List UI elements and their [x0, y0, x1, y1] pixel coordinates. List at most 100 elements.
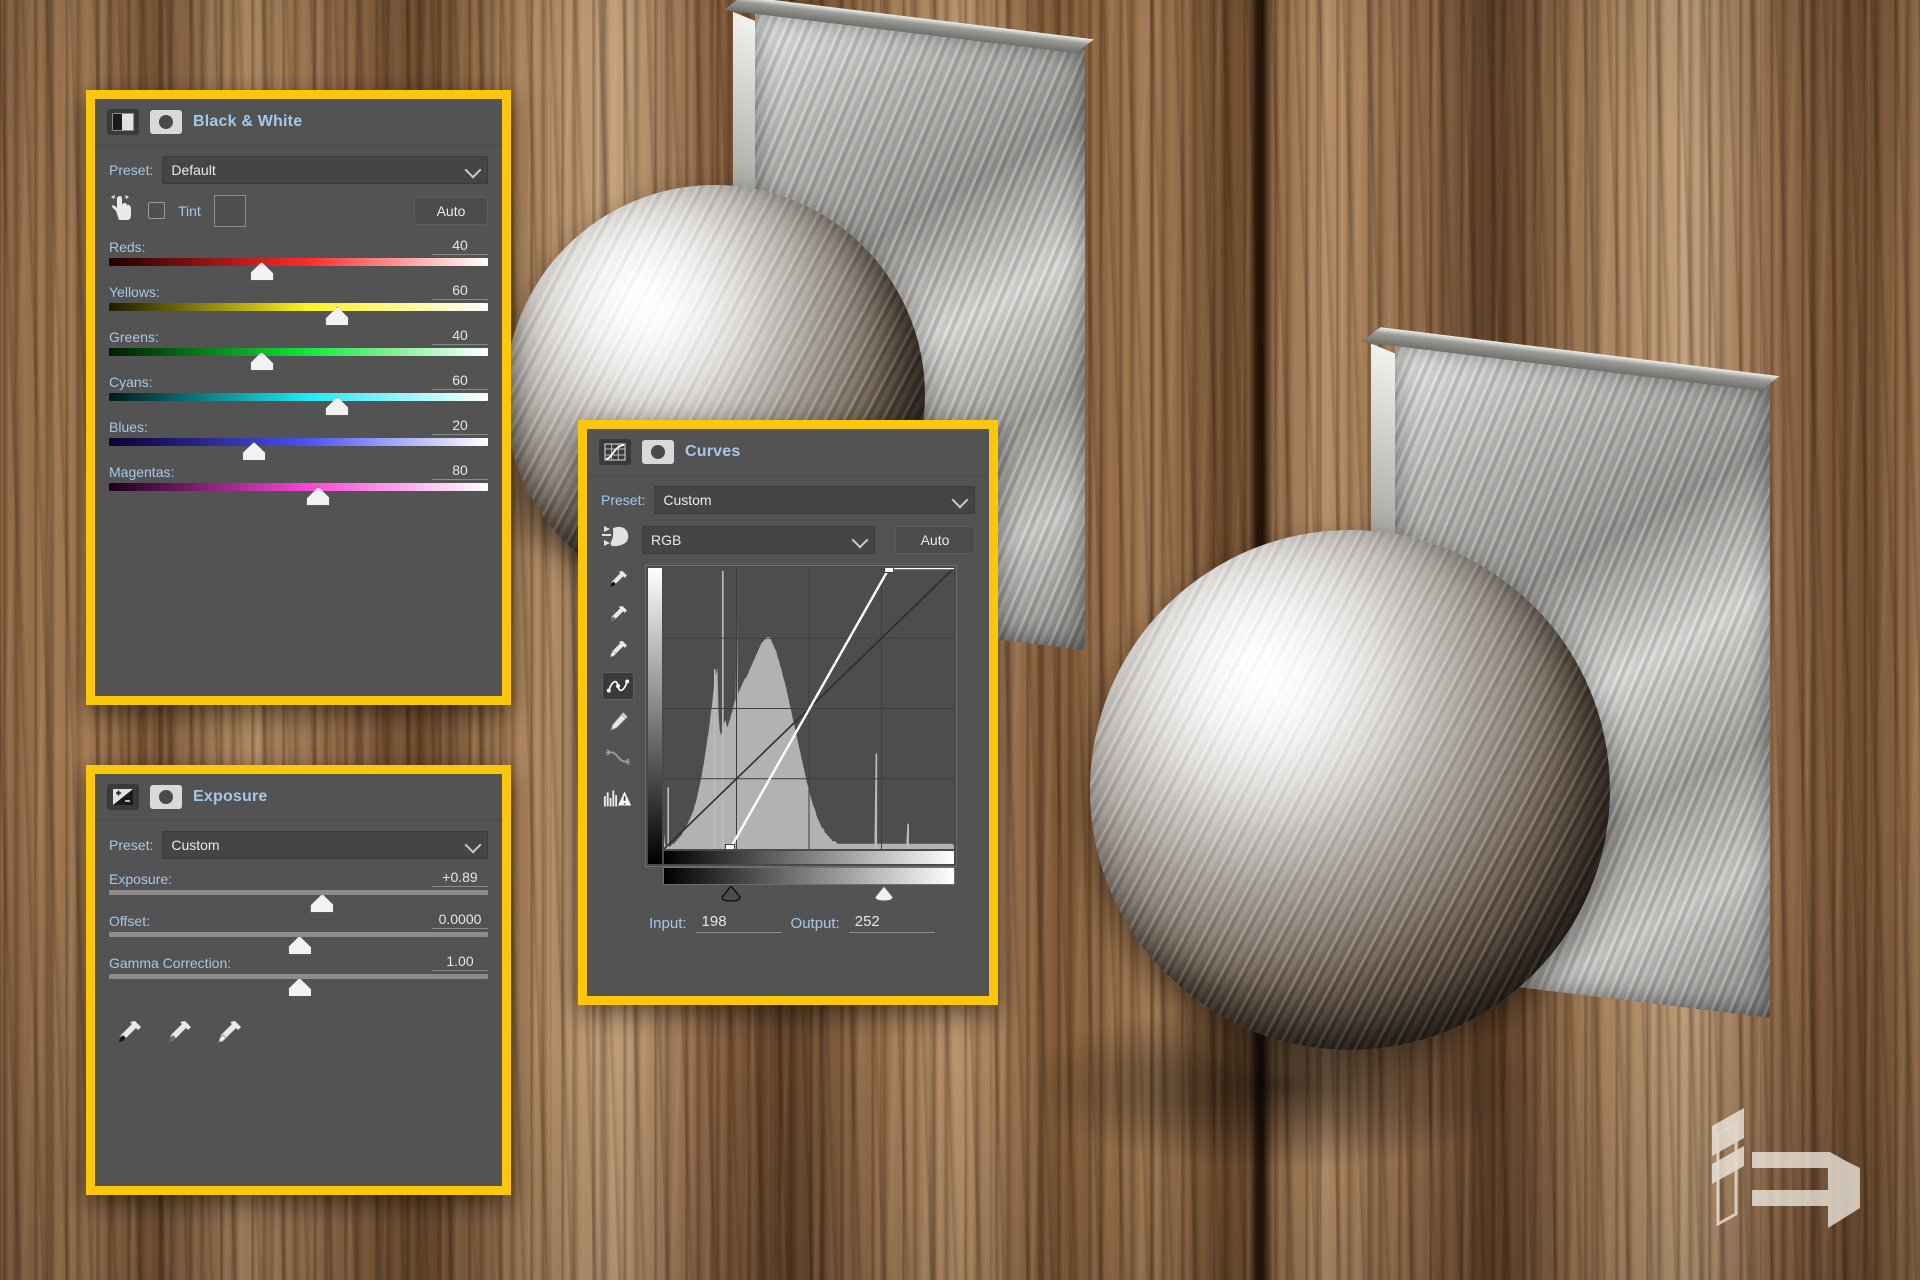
curve-plot-svg [664, 568, 954, 849]
slider-knob[interactable] [287, 936, 312, 955]
output-field[interactable]: 252 [848, 913, 935, 933]
slider-label-row: Reds: 40 [109, 237, 488, 255]
tint-label: Tint [178, 202, 201, 219]
set-white-point-eyedropper[interactable] [213, 1017, 245, 1054]
curves-panel-body: Preset: Custom RGB Auto Input: 198 Outpu… [587, 476, 989, 945]
slider-value[interactable]: 20 [432, 417, 488, 435]
histogram-warning-icon[interactable] [603, 785, 633, 811]
slider-track[interactable] [109, 303, 488, 326]
slider-label-row: Gamma Correction: 1.00 [109, 953, 488, 971]
slider-label: Blues: [109, 419, 148, 435]
curves-adjustment-icon [599, 439, 631, 465]
slider-knob[interactable] [310, 894, 335, 913]
preset-row: Preset: Custom [601, 486, 975, 514]
set-white-point-eyedropper[interactable] [603, 637, 633, 663]
chevron-down-icon [464, 161, 482, 179]
set-gray-point-eyedropper[interactable] [163, 1017, 195, 1054]
slider-track[interactable] [109, 974, 488, 997]
sphere-highlight-front [1090, 530, 1610, 1050]
slider-value[interactable]: 1.00 [432, 953, 488, 971]
edit-points-curve-tool[interactable] [602, 672, 634, 700]
slider-row: Offset: 0.0000 [109, 911, 488, 955]
auto-button[interactable]: Auto [895, 525, 975, 554]
targeted-adjustment-icon[interactable] [109, 194, 135, 227]
preset-select[interactable]: Default [162, 156, 488, 184]
slider-label: Cyans: [109, 374, 153, 390]
input-tone-bar[interactable] [663, 867, 955, 902]
output-gradient-strip [648, 568, 662, 864]
tint-checkbox[interactable] [148, 202, 165, 219]
curve-plot-area[interactable] [664, 568, 954, 849]
layer-mask-icon [150, 110, 182, 134]
smooth-curve-tool[interactable] [603, 744, 633, 770]
black-white-adjustment-icon [107, 109, 139, 135]
black-and-white-panel-body: Preset: Default Tint Auto Reds: 40 Yello… [95, 146, 502, 519]
preset-label: Preset: [109, 162, 154, 178]
tint-color-swatch[interactable] [213, 194, 246, 227]
slider-label: Offset: [109, 913, 150, 929]
slider-track[interactable] [109, 438, 488, 461]
slider-label-row: Cyans: 60 [109, 372, 488, 390]
slider-label: Reds: [109, 239, 146, 255]
slider-knob[interactable] [249, 262, 274, 281]
slider-track[interactable] [109, 483, 488, 506]
slider-row: Cyans: 60 [109, 372, 488, 416]
panel-title: Curves [685, 443, 741, 460]
slider-knob[interactable] [249, 352, 274, 371]
set-black-point-eyedropper[interactable] [603, 567, 633, 593]
curve-graph-column: Input: 198 Output: 252 [645, 565, 957, 933]
slider-track[interactable] [109, 258, 488, 281]
slider-knob[interactable] [306, 487, 331, 506]
slider-row: Gamma Correction: 1.00 [109, 953, 488, 997]
slider-label-row: Blues: 20 [109, 417, 488, 435]
slider-value[interactable]: 40 [432, 327, 488, 345]
input-label: Input: [649, 914, 687, 932]
set-black-point-eyedropper[interactable] [113, 1017, 145, 1054]
slider-value[interactable]: 40 [432, 237, 488, 255]
input-field[interactable]: 198 [695, 913, 782, 933]
curve-editor-area: Input: 198 Output: 252 [601, 565, 975, 933]
exposure-adjustment-icon [107, 784, 139, 810]
slider-label: Greens: [109, 329, 159, 345]
white-point-slider[interactable] [874, 885, 894, 902]
panel-title: Exposure [193, 788, 268, 805]
exposure-panel[interactable]: Exposure Preset: Custom Exposure: +0.89 … [86, 765, 511, 1195]
slider-track[interactable] [109, 393, 488, 416]
input-output-row: Input: 198 Output: 252 [645, 913, 957, 933]
slider-value[interactable]: 0.0000 [432, 911, 488, 929]
preset-value: Default [171, 162, 216, 178]
slider-value[interactable]: 80 [432, 462, 488, 480]
auto-button[interactable]: Auto [414, 196, 488, 225]
slider-row: Greens: 40 [109, 327, 488, 371]
slider-value[interactable]: 60 [432, 372, 488, 390]
channel-select[interactable]: RGB [642, 525, 875, 554]
exposure-panel-body: Preset: Custom Exposure: +0.89 Offset: 0… [95, 821, 502, 1068]
slider-knob[interactable] [242, 442, 267, 461]
pencil-draw-curve-tool[interactable] [603, 709, 633, 735]
slider-value[interactable]: 60 [432, 282, 488, 300]
slider-track[interactable] [109, 932, 488, 955]
slider-value[interactable]: +0.89 [432, 869, 488, 887]
slider-knob[interactable] [287, 978, 312, 997]
watermark-logo [1712, 1108, 1860, 1228]
set-gray-point-eyedropper[interactable] [603, 602, 633, 628]
slider-knob[interactable] [325, 397, 350, 416]
preset-select[interactable]: Custom [654, 486, 975, 514]
channel-row: RGB Auto [601, 524, 975, 555]
slider-label-row: Exposure: +0.89 [109, 869, 488, 887]
curves-panel[interactable]: Curves Preset: Custom RGB Auto Input: 19… [578, 420, 998, 1005]
input-gradient-strip [664, 851, 954, 864]
slider-label-row: Offset: 0.0000 [109, 911, 488, 929]
slider-knob[interactable] [325, 307, 350, 326]
slider-track[interactable] [109, 348, 488, 371]
chevron-down-icon [464, 836, 482, 854]
black-point-slider[interactable] [720, 884, 741, 902]
preset-row: Preset: Default [109, 156, 488, 184]
black-and-white-panel[interactable]: Black & White Preset: Default Tint Auto … [86, 90, 511, 705]
slider-row: Blues: 20 [109, 417, 488, 461]
preset-select[interactable]: Custom [162, 831, 488, 859]
tone-curve-graph[interactable] [645, 565, 957, 867]
slider-track[interactable] [109, 890, 488, 913]
curves-panel-header: Curves [587, 429, 989, 476]
targeted-adjustment-icon[interactable] [601, 524, 633, 555]
